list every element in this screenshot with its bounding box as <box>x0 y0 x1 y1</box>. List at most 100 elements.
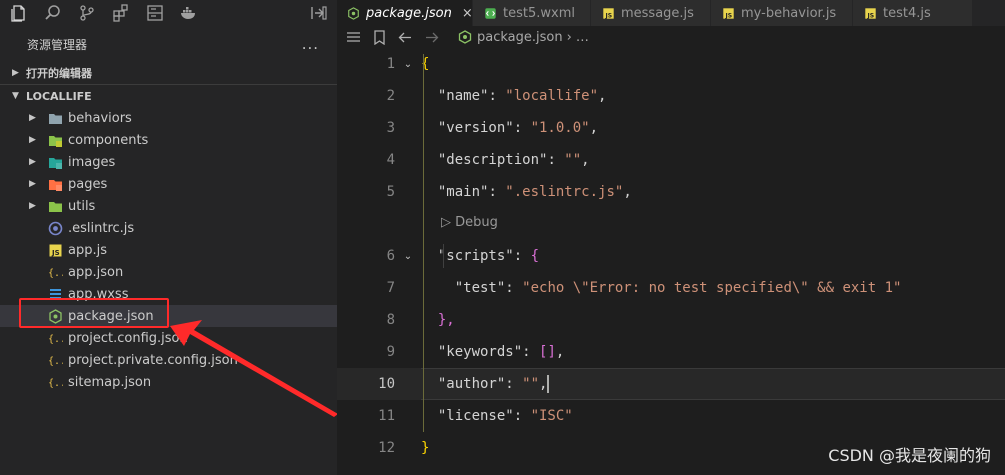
tab-message-js[interactable]: JS message.js <box>591 0 711 26</box>
docker-icon[interactable] <box>179 3 199 23</box>
tree-file[interactable]: app.wxss <box>0 283 337 305</box>
line-number: 8 <box>386 312 395 328</box>
tree-file[interactable]: {..} sitemap.json <box>0 371 337 393</box>
explorer-sidebar: 资源管理器 ... ▶ 打开的编辑器 ▼ LOCALLIFE ▶ behavior… <box>0 0 337 475</box>
files-icon[interactable] <box>9 3 29 23</box>
explorer-title: 资源管理器 <box>27 37 88 52</box>
search-icon[interactable] <box>43 3 63 23</box>
line-number: 11 <box>378 408 395 424</box>
code-line[interactable]: 10 "author": "", <box>337 368 1005 400</box>
code-editor[interactable]: 1 ⌄{2 "name": "locallife", 3 "version": "1… <box>337 48 1005 475</box>
code-line[interactable]: 8 }, <box>337 304 1005 336</box>
more-actions-icon[interactable]: ... <box>302 35 319 53</box>
svg-text:{..}: {..} <box>48 268 63 279</box>
tree-file[interactable]: {..} project.config.json <box>0 327 337 349</box>
js-file-icon: JS <box>863 6 877 20</box>
code-line[interactable]: 2 "name": "locallife", <box>337 80 1005 112</box>
remote-explorer-icon[interactable] <box>145 3 165 23</box>
source-control-icon[interactable] <box>77 3 97 23</box>
json-key: "test" <box>454 280 506 296</box>
back-arrow-icon[interactable] <box>396 28 414 46</box>
fold-chevron-icon[interactable]: ⌄ <box>395 59 421 70</box>
tree-folder[interactable]: ▶ components <box>0 129 337 151</box>
code-line[interactable]: 6 ⌄ "scripts": { <box>337 240 1005 272</box>
code-line[interactable]: 4 "description": "", <box>337 144 1005 176</box>
code-text: "keywords": [], <box>421 344 564 360</box>
json-colon: : <box>488 184 506 200</box>
code-text: "version": "1.0.0", <box>421 120 598 136</box>
json-colon: : <box>505 376 523 392</box>
tree-file[interactable]: {..} project.private.config.json <box>0 349 337 371</box>
npm-package-icon <box>458 30 472 44</box>
line-number: 10 <box>378 376 395 392</box>
json-key: "version" <box>437 120 514 136</box>
tab-my-behavior-js[interactable]: JS my-behavior.js <box>711 0 853 26</box>
json-comma: , <box>589 120 599 136</box>
tree-file[interactable]: package.json <box>0 305 337 327</box>
chevron-right-icon: ▶ <box>29 179 36 189</box>
open-editors-section[interactable]: ▶ 打开的编辑器 <box>0 62 337 84</box>
tree-file[interactable]: .eslintrc.js <box>0 217 337 239</box>
close-icon[interactable]: × <box>462 6 473 21</box>
forward-arrow-icon[interactable] <box>422 28 440 46</box>
tree-item-label: app.js <box>68 242 107 258</box>
wxml-file-icon <box>483 6 497 20</box>
json-key: "license" <box>437 408 514 424</box>
breadcrumb-rest[interactable]: › … <box>567 30 589 45</box>
tree-folder[interactable]: ▶ images <box>0 151 337 173</box>
tree-item-label: project.config.json <box>68 330 188 346</box>
debug-codelens[interactable]: ▷ Debug <box>441 215 498 230</box>
chevron-right-icon: ▶ <box>29 157 36 167</box>
code-line[interactable]: 1 ⌄{ <box>337 48 1005 80</box>
line-number: 5 <box>386 184 395 200</box>
tab-package-json[interactable]: package.json × <box>337 0 473 26</box>
tree-folder[interactable]: ▶ utils <box>0 195 337 217</box>
workspace-root-section[interactable]: ▼ LOCALLIFE <box>0 85 337 107</box>
tree-item-label: package.json <box>68 308 154 324</box>
tab-test5-wxml[interactable]: test5.wxml <box>473 0 591 26</box>
code-text: "main": ".eslintrc.js", <box>421 184 632 200</box>
breadcrumb-file[interactable]: package.json <box>477 30 563 45</box>
split-layout-icon[interactable] <box>309 3 329 23</box>
code-line[interactable]: 3 "version": "1.0.0", <box>337 112 1005 144</box>
line-number: 12 <box>378 440 395 456</box>
json-comma: , <box>623 184 632 200</box>
code-text: "scripts": { <box>421 248 539 264</box>
tree-item-label: sitemap.json <box>68 374 152 390</box>
npm-package-icon <box>347 6 360 20</box>
workspace-root-label: LOCALLIFE <box>26 89 92 103</box>
tree-file[interactable]: {..} app.json <box>0 261 337 283</box>
tree-item-label: app.wxss <box>68 286 129 302</box>
json-value: { <box>530 248 540 264</box>
fold-chevron-icon[interactable]: ⌄ <box>395 251 421 262</box>
json-value: "1.0.0" <box>530 120 590 136</box>
tree-file[interactable]: JS app.js <box>0 239 337 261</box>
json-colon: : <box>522 344 540 360</box>
chevron-right-icon: ▶ <box>29 135 36 145</box>
indent-guide <box>423 54 424 432</box>
chevron-right-icon: ▶ <box>29 113 36 123</box>
pages-folder-icon <box>47 176 63 192</box>
code-line[interactable]: 11 "license": "ISC" <box>337 400 1005 432</box>
activity-bar <box>0 0 337 26</box>
tree-folder[interactable]: ▶ behaviors <box>0 107 337 129</box>
tab-test4-js[interactable]: JS test4.js <box>853 0 973 26</box>
tree-folder[interactable]: ▶ pages <box>0 173 337 195</box>
text-cursor <box>547 375 550 393</box>
code-line[interactable]: 9 "keywords": [], <box>337 336 1005 368</box>
json-key: "author" <box>437 376 506 392</box>
code-line[interactable]: 7 "test": "echo \"Error: no test specifi… <box>337 272 1005 304</box>
line-number: 4 <box>386 152 395 168</box>
bookmark-icon[interactable] <box>370 28 388 46</box>
svg-text:JS: JS <box>51 249 60 257</box>
editor-toolbar: package.json › … <box>337 26 1005 48</box>
json-file-icon: {..} <box>47 352 63 368</box>
json-comma: , <box>555 344 565 360</box>
indent-guide <box>443 244 444 268</box>
json-value: "ISC" <box>530 408 573 424</box>
breadcrumb[interactable]: package.json › … <box>458 30 589 45</box>
extensions-icon[interactable] <box>111 3 131 23</box>
list-icon[interactable] <box>344 28 362 46</box>
code-line[interactable]: 5 "main": ".eslintrc.js", <box>337 176 1005 208</box>
code-text: }, <box>421 312 455 328</box>
